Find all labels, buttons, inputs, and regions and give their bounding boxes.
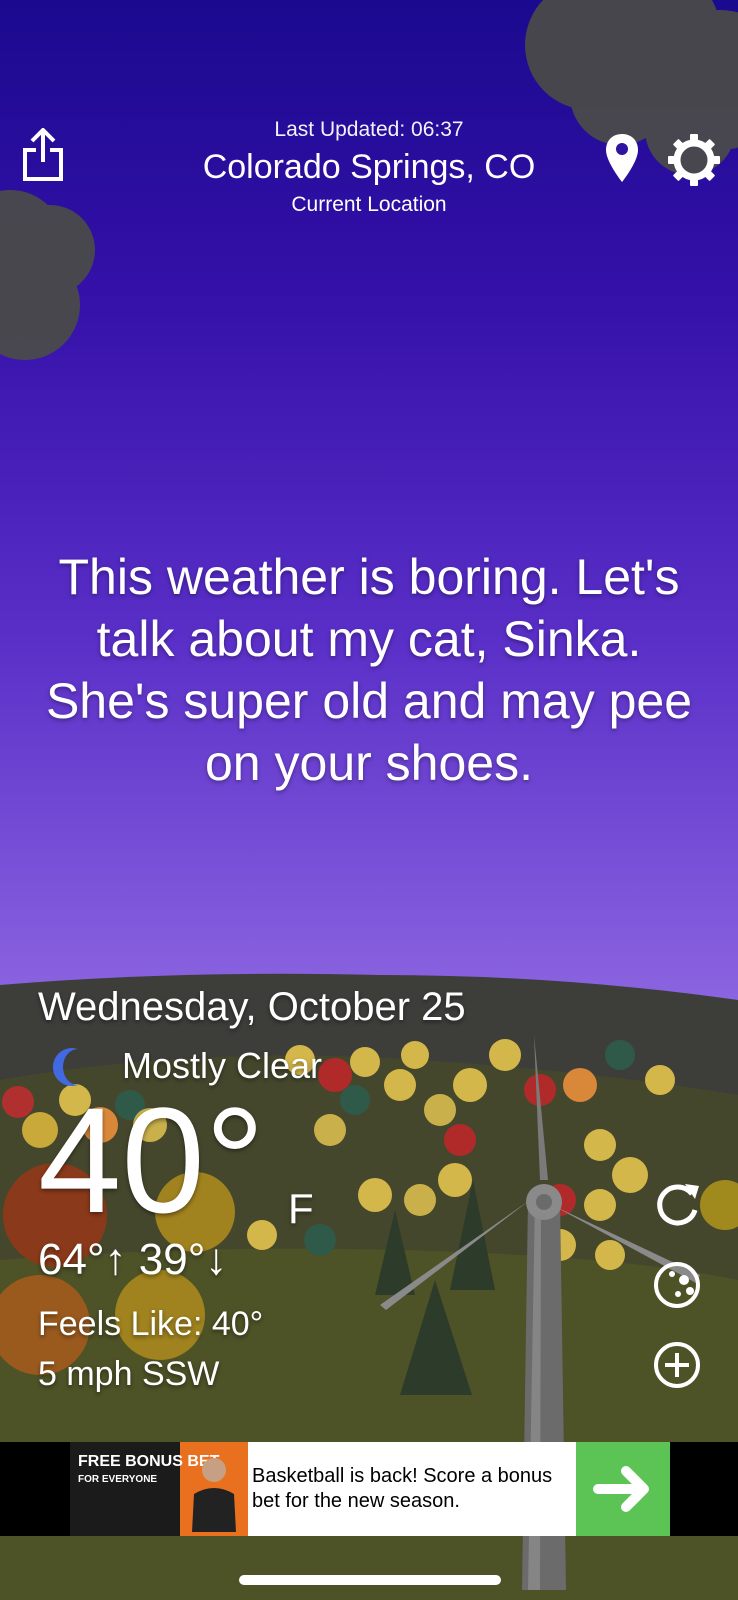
temperature-value: 40° [38,1076,265,1244]
refresh-icon[interactable] [652,1180,702,1230]
temperature-unit: F [288,1185,314,1232]
last-updated-label: Last Updated: 06:37 [274,118,464,141]
ad-banner[interactable]: FREE BONUS BET FOR EVERYONE Basketball i… [70,1442,670,1536]
ad-image-subtitle: FOR EVERYONE [78,1474,158,1485]
home-indicator [239,1575,501,1585]
ad-image: FREE BONUS BET FOR EVERYONE [70,1442,248,1536]
location-header: Last Updated: 06:37 Colorado Springs, CO… [0,118,738,217]
arrow-right-icon [593,1466,649,1512]
weather-message: This weather is boring. Let's talk about… [45,549,693,791]
current-weather: Wednesday, October 25 Mostly Clear 40° F… [38,985,466,1393]
date-label: Wednesday, October 25 [38,985,466,1029]
location-subtitle: Current Location [291,193,447,216]
wind-label: 5 mph SSW [38,1355,220,1393]
weather-screen: Last Updated: 06:37 Colorado Springs, CO… [0,0,738,1600]
add-circle-icon[interactable] [652,1340,702,1390]
ad-text: Basketball is back! Score a bonus bet fo… [252,1465,553,1512]
feels-like-label: Feels Like: 40° [38,1305,264,1343]
high-low-temperature: 64°↑ 39°↓ [38,1235,228,1284]
radar-icon[interactable] [652,1260,702,1310]
ad-cta-button[interactable] [576,1442,670,1536]
location-name[interactable]: Colorado Springs, CO [0,148,738,187]
ad-person-graphic [192,1458,236,1532]
